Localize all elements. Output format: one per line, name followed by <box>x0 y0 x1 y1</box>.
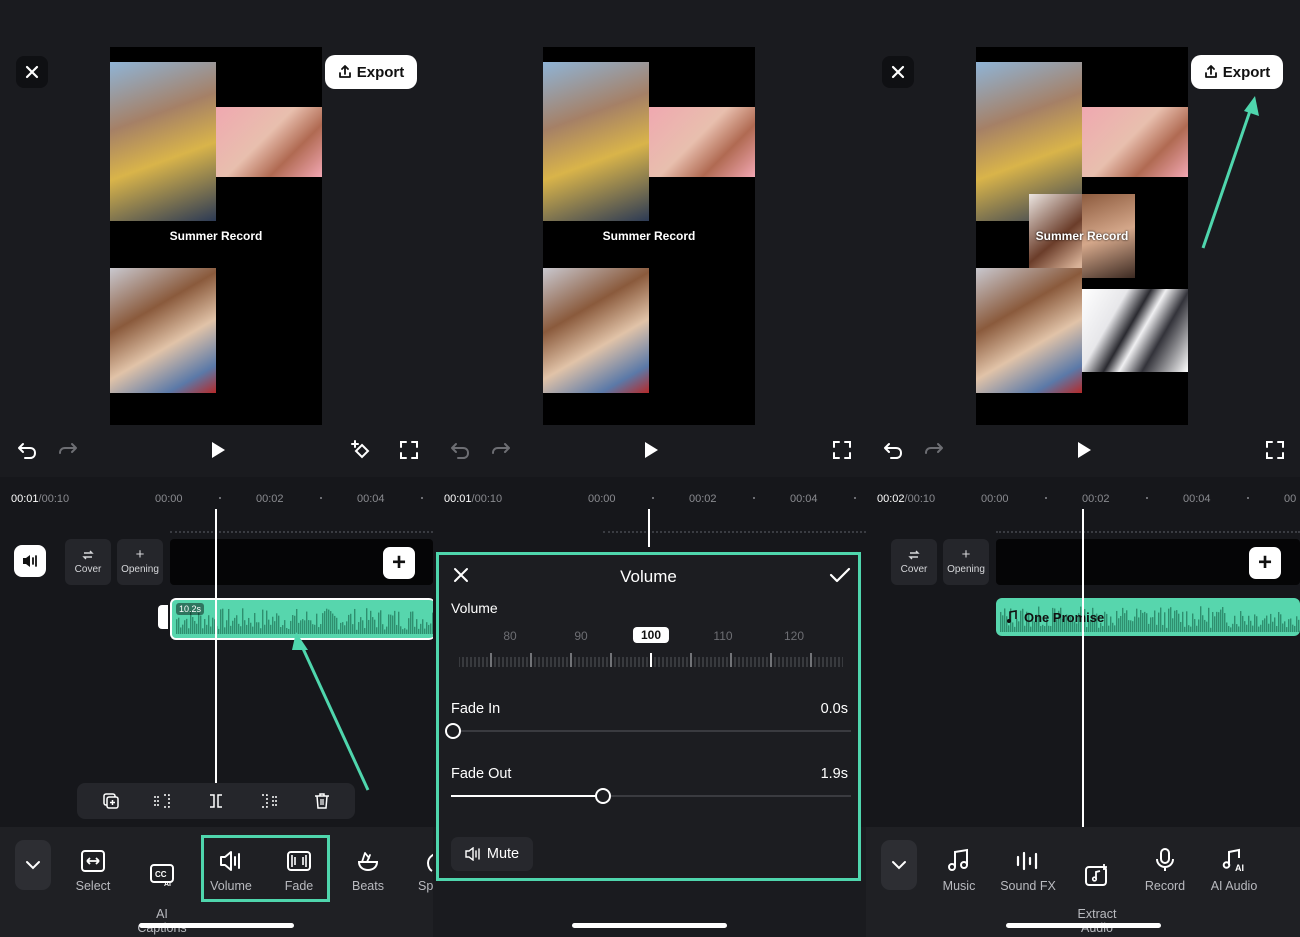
highlight-volume-fade <box>201 835 330 902</box>
scale-number: 120 <box>783 629 805 643</box>
tick-dot <box>652 497 654 499</box>
collapse-button[interactable] <box>15 840 51 890</box>
music-icon <box>948 848 968 871</box>
svg-text:CC: CC <box>155 870 167 879</box>
panel-audio-edit: Export Summer Record 00:01/00:10 00:00 0… <box>0 0 433 937</box>
extract-audio-icon <box>1085 864 1107 886</box>
tool-speed[interactable]: Sp <box>404 845 433 893</box>
volume-ruler[interactable] <box>459 653 843 669</box>
fade-out-label: Fade Out <box>451 766 512 782</box>
fullscreen-icon[interactable] <box>831 439 853 461</box>
tick-dot <box>753 497 755 499</box>
bottom-area <box>433 881 866 937</box>
arrow-overlay <box>292 632 370 791</box>
tool-extract-audio[interactable]: Extract Audio <box>1064 845 1130 935</box>
home-indicator <box>1006 923 1161 928</box>
beats-icon <box>357 852 379 872</box>
tick-label: 00:00 <box>588 493 616 505</box>
panel-export: Export Summer Record 00:02/00:10 00:00 0… <box>866 0 1300 937</box>
sound-fx-icon <box>1016 851 1038 871</box>
tool-ai-captions[interactable]: CC AI AI Captions <box>129 845 195 935</box>
tick-dot <box>854 497 856 499</box>
panel-volume-settings: Summer Record 00:01/00:10 00:00 00:02 00… <box>433 0 866 937</box>
tool-ai-audio[interactable]: AI AI Audio <box>1201 845 1267 893</box>
tool-sound-fx[interactable]: Sound FX <box>995 845 1061 893</box>
play-icon[interactable] <box>639 439 661 461</box>
arrow-overlay <box>1201 96 1259 249</box>
volume-dialog: Volume Volume 80 90 100 110 120 Fade In … <box>436 552 861 881</box>
fade-out-knob[interactable] <box>595 788 611 804</box>
home-indicator <box>572 923 727 928</box>
redo-icon[interactable] <box>490 439 512 461</box>
svg-text:AI: AI <box>164 881 171 887</box>
checkmark-icon <box>829 567 851 583</box>
svg-text:AI: AI <box>1235 863 1244 873</box>
friends-pink-photo <box>649 107 755 177</box>
fade-in-label: Fade In <box>451 701 501 717</box>
ai-audio-icon: AI <box>1222 848 1244 873</box>
playback-controls <box>433 435 866 467</box>
tool-beats[interactable]: Beats <box>335 845 401 893</box>
playhead[interactable] <box>648 509 650 547</box>
video-caption: Summer Record <box>602 229 696 243</box>
group-selfie-photo <box>543 62 649 221</box>
microphone-icon <box>1156 848 1174 871</box>
select-icon <box>81 850 105 872</box>
collapse-button[interactable] <box>881 840 917 890</box>
dialog-title: Volume <box>620 567 677 586</box>
timecode: 00:01/00:10 <box>444 493 503 505</box>
undo-icon[interactable] <box>449 439 471 461</box>
mute-button[interactable]: Mute <box>451 837 533 871</box>
tool-record[interactable]: Record <box>1132 845 1198 893</box>
tick-label: 00:04 <box>790 493 818 505</box>
fade-in-slider[interactable] <box>451 730 851 732</box>
two-friends-photo <box>543 268 649 393</box>
scale-number: 110 <box>713 629 733 643</box>
home-indicator <box>139 923 294 928</box>
speaker-icon <box>465 847 480 861</box>
volume-label: Volume <box>451 600 498 616</box>
scale-number: 80 <box>503 629 517 643</box>
fade-in-value: 0.0s <box>820 701 848 717</box>
bottom-toolbar: Music Sound FX Extract Audio Record AI A… <box>866 827 1300 937</box>
tool-select[interactable]: Select <box>60 845 126 893</box>
fade-out-value: 1.9s <box>820 766 848 782</box>
scale-number: 90 <box>574 629 588 643</box>
fade-in-knob[interactable] <box>445 723 461 739</box>
chevron-down-icon <box>26 861 40 870</box>
track-guide <box>603 531 866 535</box>
chevron-down-icon <box>892 861 906 870</box>
tool-music[interactable]: Music <box>926 845 992 893</box>
tick-label: 00:02 <box>689 493 717 505</box>
speed-icon <box>426 853 433 872</box>
video-canvas: Summer Record <box>543 47 755 425</box>
fade-out-fill <box>451 795 603 797</box>
volume-selected-value: 100 <box>632 627 670 643</box>
ai-captions-icon: CC AI <box>150 864 174 887</box>
confirm-button[interactable] <box>829 566 851 584</box>
